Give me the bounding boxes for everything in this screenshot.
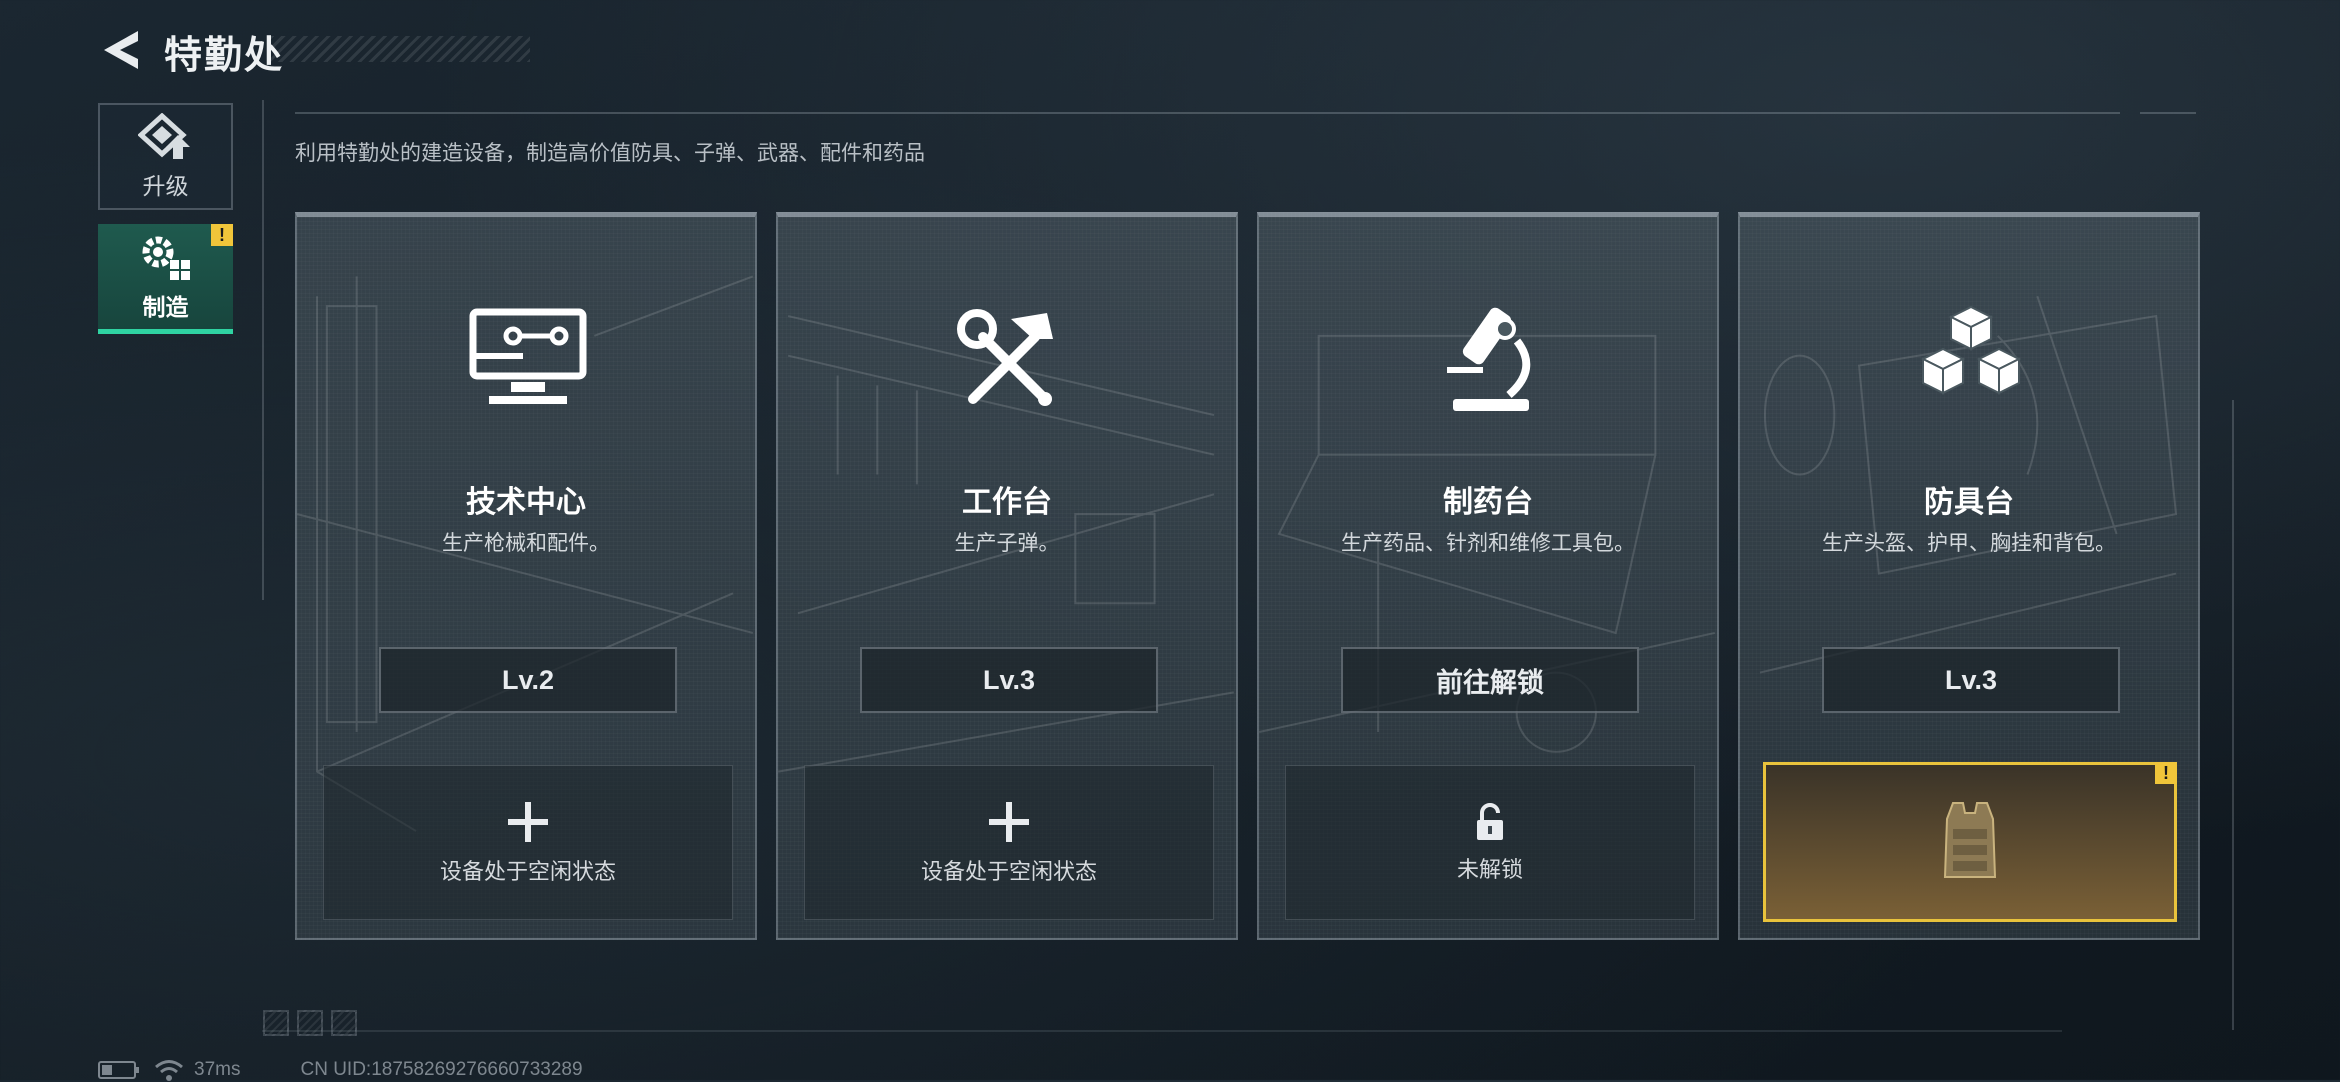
level-button[interactable]: Lv.2: [379, 647, 677, 713]
level-button[interactable]: Lv.3: [1822, 647, 2120, 713]
microscope-icon: [1410, 289, 1570, 429]
warning-badge: !: [2155, 762, 2177, 784]
ping-value: 37ms: [194, 1059, 241, 1080]
slot-status-label: 未解锁: [1456, 856, 1523, 882]
gears-icon: [142, 236, 190, 280]
hammer-wrench-icon: [929, 289, 1089, 429]
facility-name: 防具台: [1924, 486, 2014, 519]
tab-upgrade-label: 升级: [142, 172, 189, 199]
facility-name: 技术中心: [466, 486, 586, 519]
production-slot-active[interactable]: !: [1763, 762, 2177, 922]
lock-icon: [1477, 802, 1503, 840]
page-subtitle: 利用特勤处的建造设备，制造高价值防具、子弹、武器、配件和药品: [295, 142, 925, 165]
facility-description: 生产头盔、护甲、胸挂和背包。: [1822, 532, 2116, 555]
facility-name: 制药台: [1443, 486, 1533, 519]
hatch-decoration: [263, 1010, 365, 1041]
facility-description: 生产枪械和配件。: [442, 532, 610, 555]
slot-status-label: 设备处于空闲状态: [439, 858, 616, 884]
left-frame-line: [262, 100, 264, 600]
status-bar: 37ms CN UID:18758269276660733289: [98, 1058, 583, 1082]
plus-icon: [989, 801, 1029, 842]
wifi-icon: [155, 1060, 183, 1081]
facility-description: 生产药品、针剂和维修工具包。: [1341, 532, 1635, 555]
warning-badge: !: [211, 224, 233, 246]
back-button[interactable]: [96, 22, 144, 78]
production-slot[interactable]: 设备处于空闲状态: [323, 765, 733, 920]
facility-description: 生产子弹。: [954, 532, 1060, 555]
facility-name: 工作台: [962, 486, 1052, 519]
right-frame-line: [2232, 400, 2234, 1030]
plus-icon: [508, 801, 548, 842]
facility-card-workbench[interactable]: 工作台 生产子弹。 Lv.3 设备处于空闲状态: [776, 212, 1238, 940]
title-decoration: [270, 36, 530, 62]
tab-craft-label: 制造: [142, 293, 189, 320]
upgrade-icon: [137, 112, 190, 159]
production-slot-locked[interactable]: 未解锁: [1285, 765, 1695, 920]
tab-upgrade[interactable]: 升级: [98, 103, 233, 210]
page-title: 特勤处: [164, 35, 285, 77]
tab-craft[interactable]: ! 制造: [98, 224, 233, 334]
facility-card-tech-center[interactable]: 技术中心 生产枪械和配件。 Lv.2 设备处于空闲状态: [295, 212, 757, 940]
top-divider: [295, 112, 2120, 114]
facility-card-pharmacy[interactable]: 制药台 生产药品、针剂和维修工具包。 前往解锁 未解锁: [1257, 212, 1719, 940]
facility-card-armor[interactable]: 防具台 生产头盔、护甲、胸挂和背包。 Lv.3 !: [1738, 212, 2200, 940]
slot-status-label: 设备处于空闲状态: [920, 858, 1097, 884]
body-armor-icon: [1943, 802, 1997, 878]
level-button[interactable]: Lv.3: [860, 647, 1158, 713]
production-slot[interactable]: 设备处于空闲状态: [804, 765, 1214, 920]
bottom-divider: [262, 1030, 2062, 1032]
unlock-button[interactable]: 前往解锁: [1341, 647, 1639, 713]
back-arrow-icon: [104, 31, 138, 69]
top-divider-end: [2140, 112, 2196, 114]
battery-icon: [98, 1061, 139, 1079]
user-uid: CN UID:18758269276660733289: [300, 1059, 583, 1080]
monitor-icon: [448, 289, 608, 429]
boxes-icon: [1891, 289, 2051, 429]
